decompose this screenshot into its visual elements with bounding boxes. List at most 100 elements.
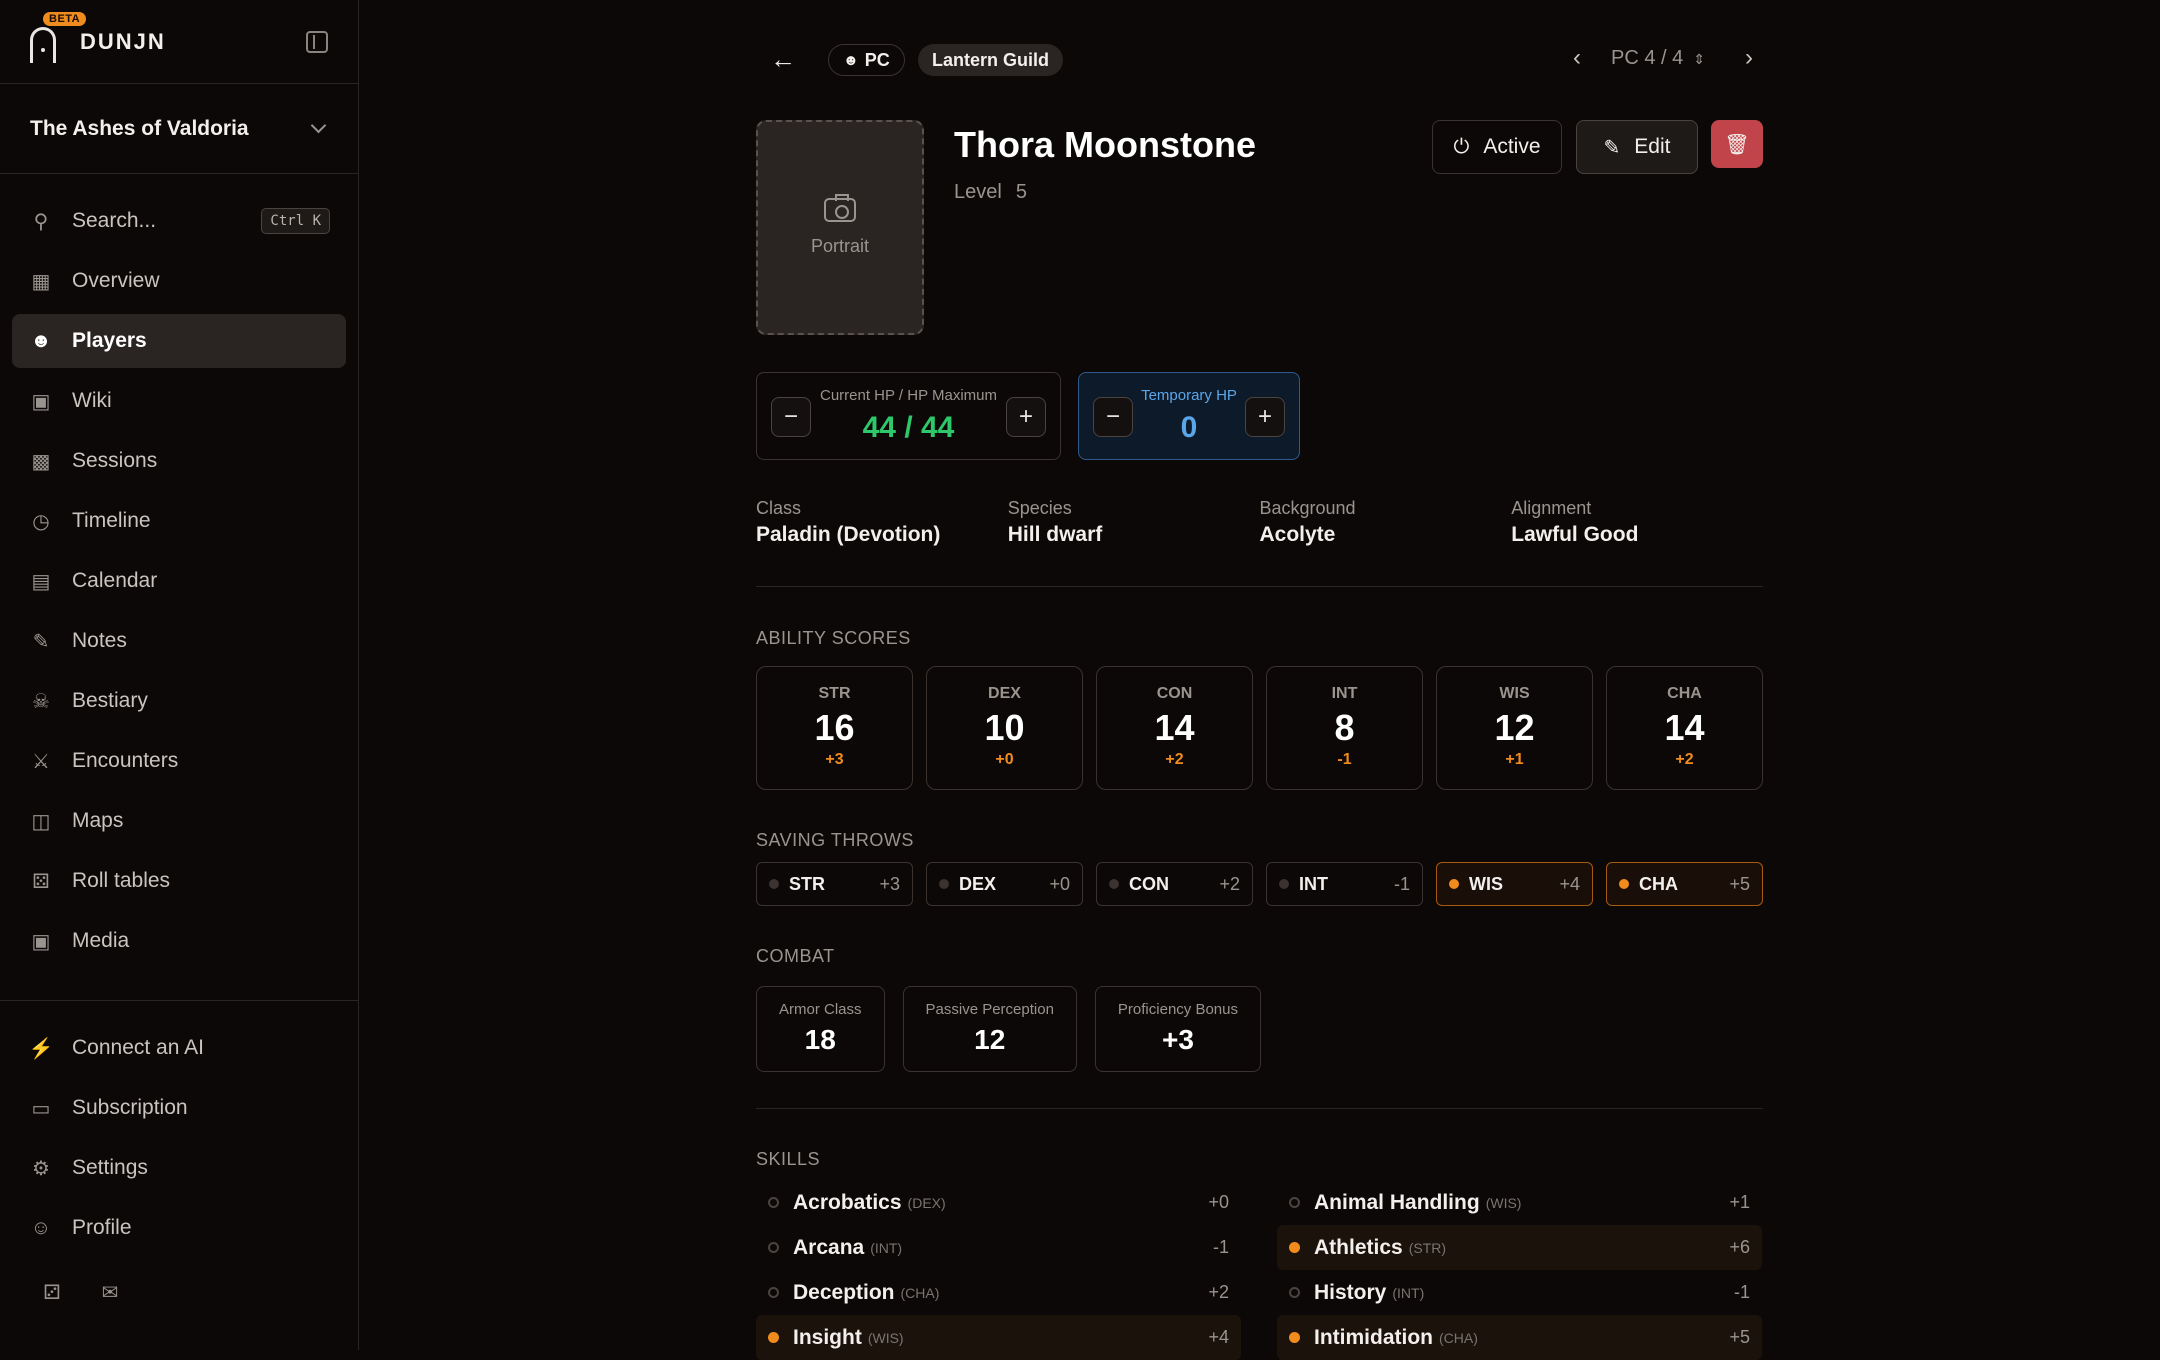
dice-icon[interactable]: ⚂ [40,1280,64,1304]
group-pill[interactable]: Lantern Guild [918,44,1063,76]
save-mod: +3 [879,873,900,894]
map-icon: ◫ [31,810,51,833]
ability-name: INT [1331,685,1358,702]
image-icon: ▣ [31,930,51,953]
chevron-updown-icon: ⇕ [1693,50,1705,67]
portrait-upload[interactable]: Portrait [756,120,924,335]
save-name: WIS [1469,873,1503,894]
skill-attr: (WIS) [867,1329,904,1346]
info-species: Species Hill dwarf [1008,498,1260,547]
nav-item-bestiary[interactable]: ☠ Bestiary [12,674,346,728]
hp-increase-button[interactable]: + [1006,397,1046,437]
skill-mod: +0 [1208,1192,1229,1212]
save-card: DEX +0 [926,862,1083,906]
save-name: DEX [959,873,997,894]
skill-name: Arcana [793,1235,865,1259]
skill-attr: (DEX) [907,1194,946,1211]
nav-item-overview[interactable]: ▦ Overview [12,254,346,308]
nav-item-calendar[interactable]: ▤ Calendar [12,554,346,608]
skill-mod: +4 [1208,1327,1229,1347]
level-label: Level [954,181,1002,203]
nav-item-roll-tables[interactable]: ⚄ Roll tables [12,854,346,908]
nav-item-encounters[interactable]: ⚔ Encounters [12,734,346,788]
combat-value: 12 [974,1024,1006,1055]
nav-item-profile[interactable]: ☺ Profile [12,1201,346,1255]
save-name: CON [1129,873,1169,894]
chevron-left-icon[interactable]: ‹ [1563,44,1591,72]
temp-hp-increase-button[interactable]: + [1245,397,1285,437]
nav-item-wiki[interactable]: ▣ Wiki [12,374,346,428]
section-title-saves: SAVING THROWS [756,830,914,850]
level-value: 5 [1015,181,1027,203]
campaign-name: The Ashes of Valdoria [30,116,249,140]
info-label: Alignment [1511,498,1592,518]
ability-mod: +2 [1675,751,1694,768]
ability-card: CON 14 +2 [1096,666,1253,790]
skill-attr: (CHA) [1439,1329,1478,1346]
skill-name: Animal Handling [1314,1190,1480,1214]
skill-name: Intimidation [1314,1325,1433,1349]
edit-button[interactable]: ✎ Edit [1576,120,1698,174]
ability-card: CHA 14 +2 [1606,666,1763,790]
pager-count[interactable]: PC 4 / 4 ⇕ [1611,47,1705,70]
nav-item-connect-ai[interactable]: ⚡ Connect an AI [12,1021,346,1075]
delete-button[interactable]: 🗑 [1711,120,1763,168]
nav-label: Media [72,929,130,952]
hp-card: − Current HP / HP Maximum 44 / 44 + [756,372,1061,460]
feedback-icon[interactable]: ✉ [98,1280,122,1304]
ability-name: DEX [988,685,1021,702]
grid-icon: ▦ [31,270,51,293]
save-mod: +0 [1049,873,1070,894]
nav-item-notes[interactable]: ✎ Notes [12,614,346,668]
pencil-icon: ✎ [1603,136,1621,159]
collapse-sidebar-icon[interactable] [306,31,328,53]
camera-icon [824,194,856,222]
edit-label: Edit [1634,135,1671,158]
info-label: Background [1259,498,1356,518]
beta-badge: BETA [43,12,87,26]
sidebar-bottom-nav: ⚡ Connect an AI ▭ Subscription ⚙ Settings ☺… [0,1000,358,1261]
topbar: ← ☻ PC Lantern Guild ‹ PC 4 / 4 ⇕ › [756,42,1763,78]
nav-item-settings[interactable]: ⚙ Settings [12,1141,346,1195]
ability-mod: +1 [1505,751,1524,768]
users-icon: ☻ [30,329,52,352]
nav-label: Connect an AI [72,1036,204,1059]
proficiency-ring [768,1332,779,1343]
type-pill[interactable]: ☻ PC [828,44,905,76]
combat-label: Passive Perception [925,1001,1054,1018]
logo-row: BETA DUNJN [0,0,358,84]
chevron-right-icon[interactable]: › [1735,44,1763,72]
proficiency-dot [1109,879,1119,889]
nav-item-timeline[interactable]: ◷ Timeline [12,494,346,548]
skill-row: Animal Handling (WIS) +1 [1277,1180,1762,1225]
proficiency-dot [1619,879,1629,889]
ability-score: 12 [1494,707,1535,748]
info-value: Lawful Good [1511,523,1639,546]
combat-label: Proficiency Bonus [1117,1001,1238,1018]
active-label: Active [1483,135,1541,158]
nav-item-maps[interactable]: ◫ Maps [12,794,346,848]
nav-label: Timeline [72,509,151,532]
skill-mod: -1 [1212,1237,1229,1257]
nav-item-players[interactable]: ☻ Players [12,314,346,368]
active-toggle-button[interactable]: ⏻ Active [1432,120,1562,174]
skill-attr: (WIS) [1485,1194,1522,1211]
back-arrow-icon[interactable]: ← [770,44,796,75]
nav-item-subscription[interactable]: ▭ Subscription [12,1081,346,1135]
proficiency-dot [1279,879,1289,889]
info-label: Species [1007,498,1072,518]
proficiency-ring [1289,1242,1300,1253]
nav-label: Overview [72,269,160,292]
save-card: CHA +5 [1606,862,1763,906]
nav-item-media[interactable]: ▣ Media [12,914,346,968]
save-card: WIS +4 [1436,862,1593,906]
save-card: STR +3 [756,862,913,906]
save-mod: +5 [1729,873,1750,894]
ability-name: STR [818,685,851,702]
combat-card: Armor Class 18 [756,986,885,1072]
nav-item-sessions[interactable]: ▩ Sessions [12,434,346,488]
search-button[interactable]: ⚲ Search... Ctrl K [12,194,346,248]
ability-card: DEX 10 +0 [926,666,1083,790]
skills-list: Acrobatics (DEX) +0 Arcana (INT) -1 Deceptio… [756,1180,1763,1360]
campaign-selector[interactable]: The Ashes of Valdoria [0,84,358,174]
